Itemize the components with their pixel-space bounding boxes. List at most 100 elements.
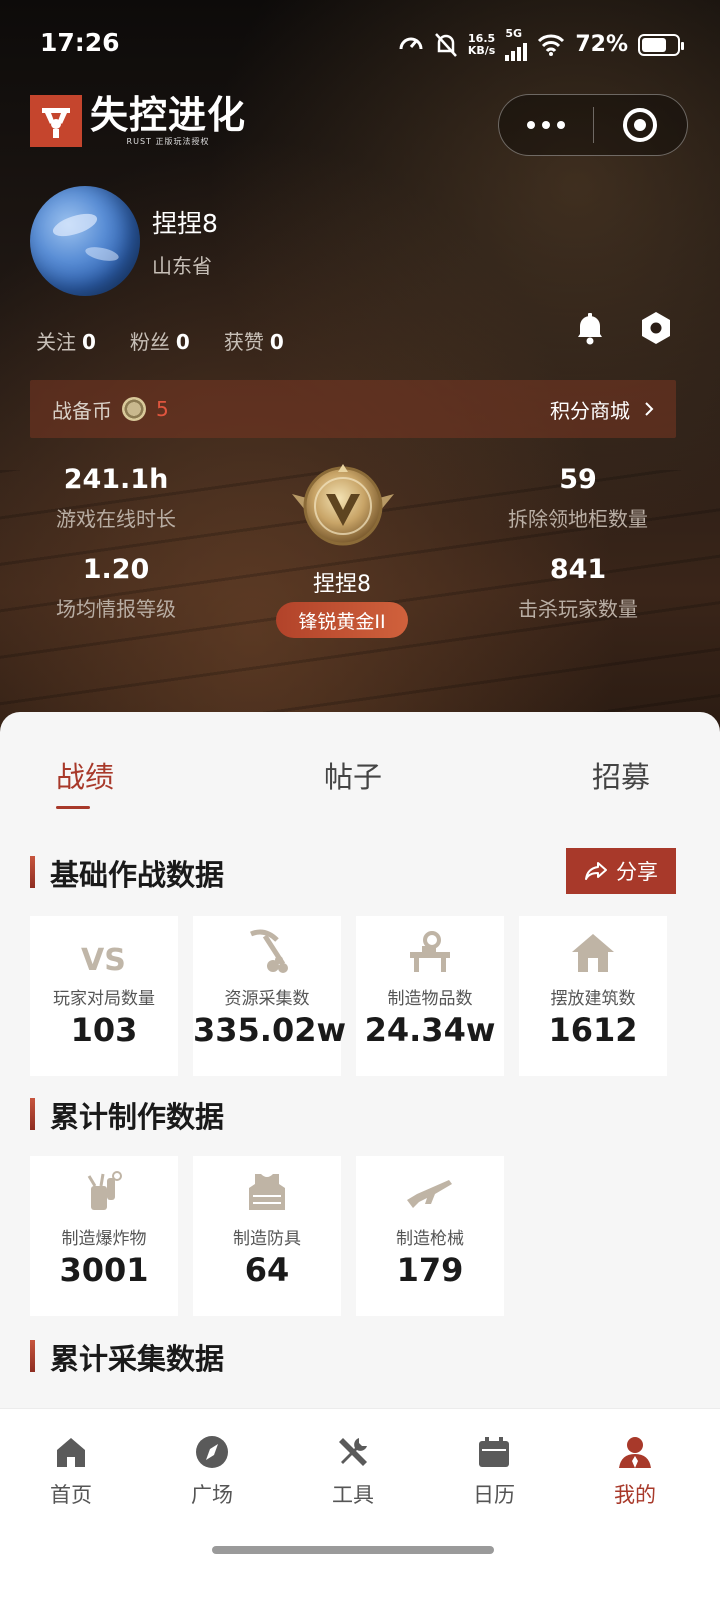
user-icon (619, 1437, 651, 1468)
settings-icon[interactable] (638, 310, 674, 346)
bell-icon[interactable] (572, 310, 608, 346)
stat-label: 游戏在线时长 (56, 507, 176, 531)
avatar[interactable] (30, 186, 140, 296)
tab-indicator (56, 806, 90, 809)
rank-player-name: 捏捏8 (313, 572, 371, 597)
following-value: 0 (82, 330, 96, 354)
mute-bell-icon (434, 32, 457, 57)
stat-label: 拆除领地柜数量 (508, 507, 648, 531)
card-label: 制造枪械 (396, 1229, 464, 1249)
card-label: 制造爆炸物 (61, 1229, 147, 1249)
nav-label: 我的 (614, 1483, 656, 1507)
tab-records[interactable]: 战绩 (56, 754, 114, 796)
bottom-nav: 首页 广场 工具 日历 我的 (0, 1408, 720, 1600)
miniprogram-capsule (498, 94, 688, 156)
coin-value: 5 (156, 397, 169, 421)
card-label: 制造防具 (233, 1229, 301, 1249)
close-miniprogram-icon[interactable] (594, 108, 688, 142)
nav-mine[interactable]: 我的 (585, 1431, 685, 1509)
battery-fill (642, 37, 667, 52)
likes-count[interactable]: 获赞 0 (224, 326, 284, 355)
stat-card-firearms: 制造枪械 179 (356, 1156, 504, 1316)
stat-card-explosives: 制造爆炸物 3001 (30, 1156, 178, 1316)
stat-card-armor: 制造防具 64 (193, 1156, 341, 1316)
username: 捏捏8 (152, 209, 218, 238)
coin-label: 战备币 (52, 398, 112, 423)
home-icon (57, 1438, 85, 1467)
chevron-right-icon (645, 402, 654, 416)
tab-recruit[interactable]: 招募 (592, 754, 650, 796)
battery-percent: 72% (575, 32, 628, 57)
points-shop-label: 积分商城 (550, 398, 630, 423)
content-sheet: 战绩 帖子 招募 基础作战数据 分享 VS 玩家对局数量 103 资源采集数 3… (0, 712, 720, 1442)
explosive-icon (87, 1171, 122, 1210)
workbench-icon (410, 931, 450, 972)
calendar-icon (479, 1437, 509, 1467)
nav-label: 广场 (191, 1483, 233, 1507)
stat-value: 1.20 (82, 554, 150, 585)
nav-label: 日历 (473, 1483, 515, 1507)
stat-value: 59 (559, 464, 597, 495)
stat-value: 241.1h (63, 464, 169, 495)
social-counts: 关注 0 粉丝 0 获赞 0 (36, 326, 284, 355)
nav-square[interactable]: 广场 (162, 1431, 262, 1509)
fans-label: 粉丝 (129, 330, 170, 354)
tools-icon (339, 1438, 367, 1466)
nav-home[interactable]: 首页 (21, 1431, 121, 1509)
user-location: 山东省 (152, 254, 212, 278)
section-title-basic: 基础作战数据 (30, 852, 224, 894)
fans-value: 0 (175, 330, 190, 354)
likes-label: 获赞 (223, 330, 264, 354)
section-title-gathering: 累计采集数据 (30, 1336, 224, 1378)
house-icon (572, 934, 614, 972)
vs-icon: VS (81, 943, 126, 974)
more-menu-icon[interactable] (499, 121, 593, 129)
card-label: 摆放建筑数 (550, 989, 636, 1009)
card-value: 179 (396, 1251, 464, 1289)
stat-cabinets-destroyed: 59 拆除领地柜数量 (468, 464, 688, 532)
following-label: 关注 (36, 330, 76, 354)
rank-tier-badge: 锋锐黄金II (276, 602, 408, 638)
speed-unit: KB/s (467, 43, 496, 57)
card-label: 玩家对局数量 (53, 989, 155, 1009)
battery-icon (638, 33, 684, 56)
card-label: 资源采集数 (224, 989, 310, 1009)
rifle-icon (407, 1180, 452, 1208)
tab-bar: 战绩 帖子 招募 (0, 712, 720, 822)
app-logo: 失控进化 RUST 正版玩法授权 (30, 94, 246, 147)
share-button[interactable]: 分享 (566, 848, 676, 894)
stat-card-matches: VS 玩家对局数量 103 (30, 916, 178, 1076)
share-icon (585, 862, 607, 880)
pickaxe-icon (250, 929, 288, 973)
stat-label: 场均情报等级 (56, 597, 176, 621)
stat-card-buildings: 摆放建筑数 1612 (519, 916, 667, 1076)
status-bar: 17:26 16.5 KB/s 5G 72% (0, 0, 720, 90)
coin-bar[interactable]: 战备币 5 积分商城 (30, 380, 676, 438)
card-value: 3001 (59, 1251, 149, 1289)
likes-value: 0 (269, 330, 284, 354)
logo-mark (30, 94, 82, 147)
cellular-signal: 5G (505, 28, 528, 61)
rank-medal-icon (292, 464, 394, 546)
compass-icon (196, 1436, 228, 1468)
speed-value: 16.5 (468, 31, 496, 45)
fans-count[interactable]: 粉丝 0 (130, 326, 190, 355)
points-shop-link[interactable]: 积分商城 (550, 395, 654, 424)
card-value: 1612 (548, 1011, 638, 1049)
nav-label: 工具 (332, 1483, 374, 1507)
coin-icon (122, 397, 146, 421)
stat-intel-level: 1.20 场均情报等级 (6, 554, 226, 622)
tab-posts[interactable]: 帖子 (324, 754, 382, 796)
following-count[interactable]: 关注 0 (36, 326, 96, 355)
stat-label: 击杀玩家数量 (518, 597, 638, 621)
nav-tools[interactable]: 工具 (303, 1431, 403, 1509)
stat-online-time: 241.1h 游戏在线时长 (6, 464, 226, 532)
section-title-crafting: 累计制作数据 (30, 1094, 224, 1136)
home-indicator[interactable] (212, 1546, 494, 1554)
nav-calendar[interactable]: 日历 (444, 1431, 544, 1509)
stat-players-killed: 841 击杀玩家数量 (468, 554, 688, 622)
stat-value: 841 (549, 554, 607, 585)
card-value: 24.34w (364, 1011, 496, 1049)
card-value: 64 (244, 1251, 290, 1289)
share-label: 分享 (616, 860, 658, 884)
